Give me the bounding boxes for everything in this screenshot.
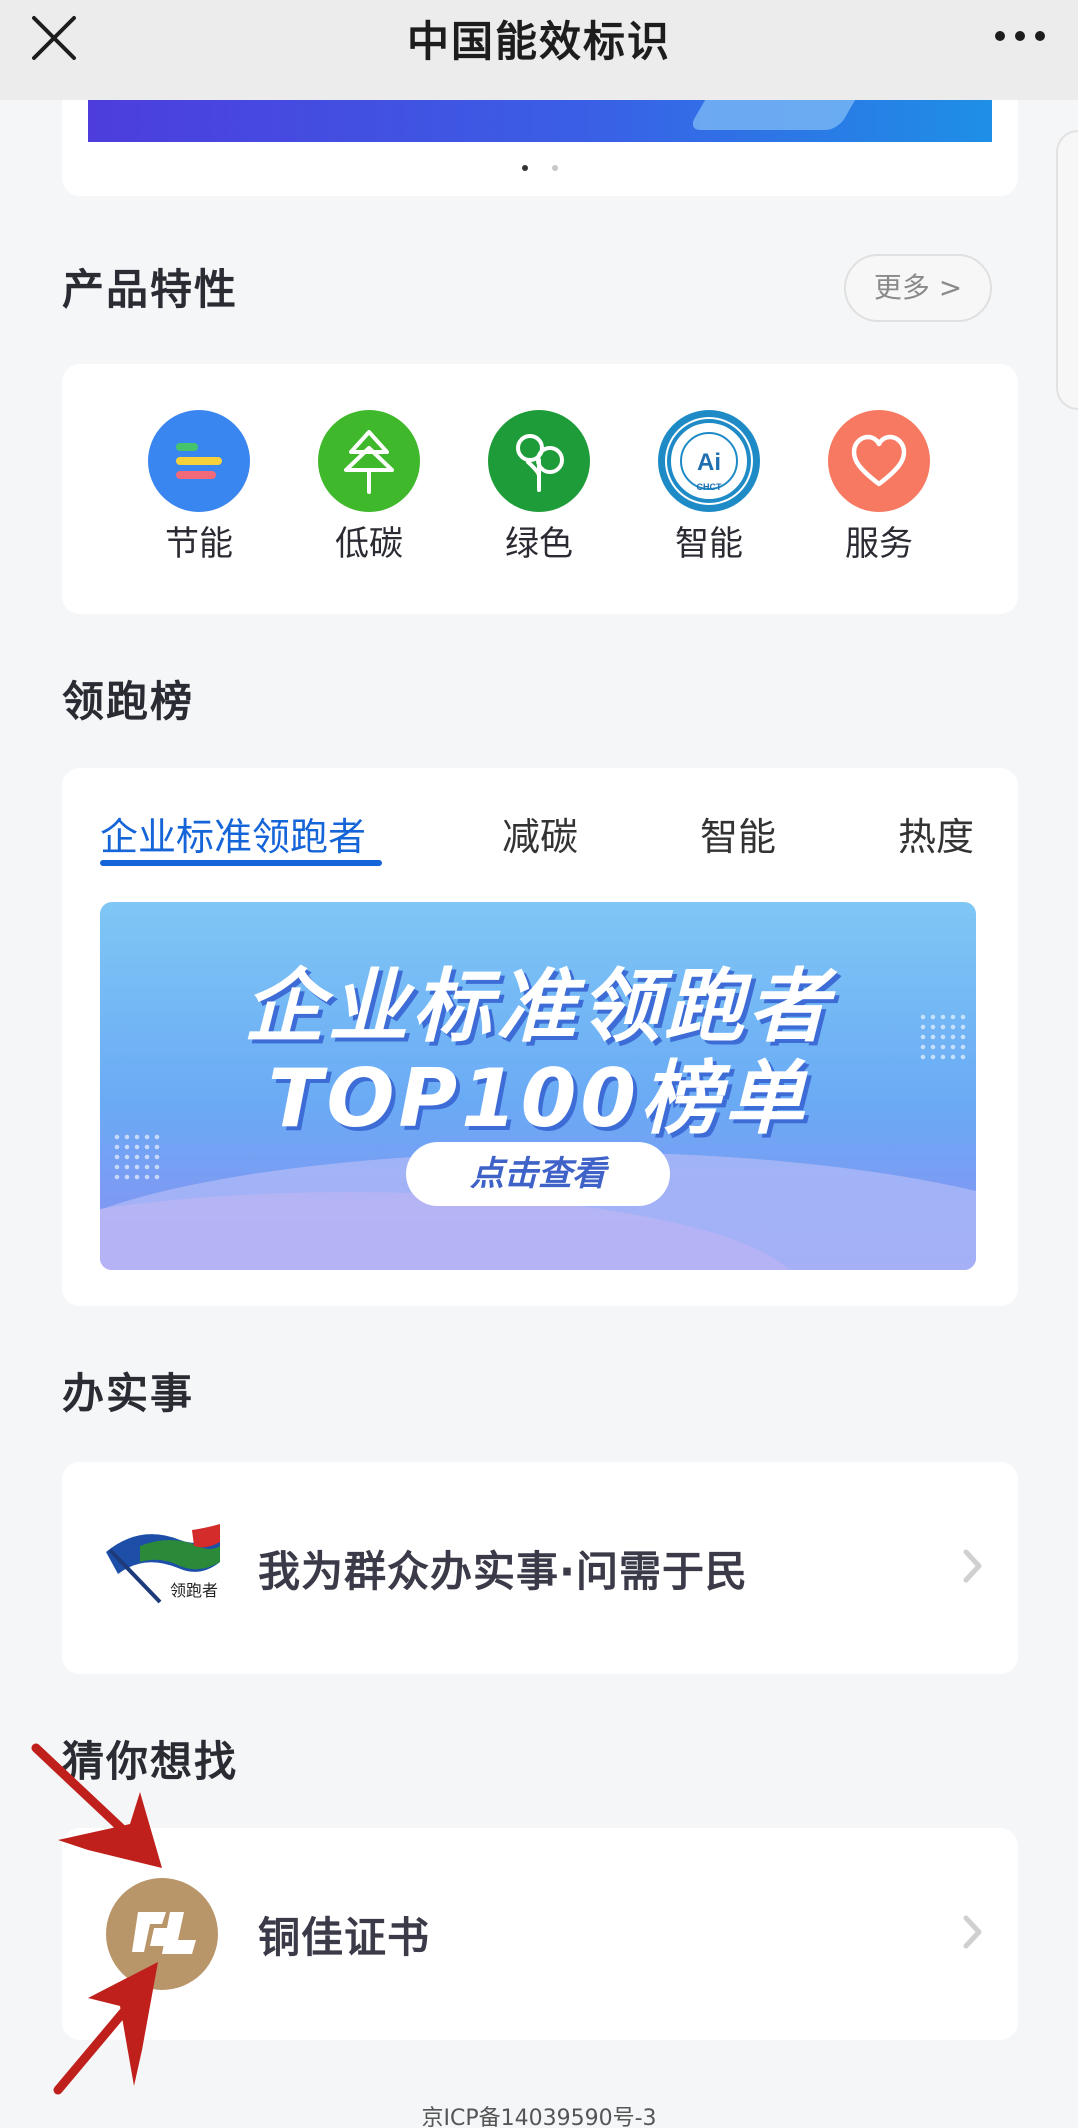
guess-item-label: 铜佳证书 [258,1913,431,1962]
chevron-right-icon [963,1915,982,1949]
energy-saving-icon [148,410,250,512]
more-button[interactable]: 更多 > [844,254,992,322]
banner-carousel[interactable] [62,100,1018,196]
flag-logo-icon: 领跑者 [106,1524,220,1604]
footer-icp-text: 京ICP备14039590号-3 [421,2106,657,2128]
svg-text:Ai: Ai [697,449,721,476]
feature-label: 服务 [845,524,913,564]
tree-icon [318,410,420,512]
annotation-arrow-icon [53,1962,158,2095]
carousel-indicator [62,156,1018,175]
svg-text:CHCT: CHCT [697,482,722,492]
feature-green[interactable]: 绿色 [474,410,604,565]
more-dots-icon[interactable] [992,24,1048,48]
features-card: 节能 低碳 绿色 Ai CHCT 智能 服务 [62,364,1018,614]
heart-icon [828,410,930,512]
leaderboard-card: 企业标准领跑者 减碳 智能 热度 企业标准领跑者 TOP100榜单 点击查看 [62,768,1018,1306]
logo-text: 领跑者 [170,1581,218,1600]
section-title-features: 产品特性 [62,265,239,314]
tab-active-indicator [100,860,382,866]
top100-promo-banner[interactable]: 企业标准领跑者 TOP100榜单 点击查看 [100,902,976,1270]
top-navbar: 中国能效标识 [0,0,1078,100]
tab-popularity[interactable]: 热度 [898,806,974,861]
feature-label: 低碳 [335,524,403,564]
page-title: 中国能效标识 [406,17,671,66]
feature-label: 智能 [675,524,743,564]
guess-list-item[interactable]: 铜佳证书 [62,1828,1018,2040]
floating-side-handle[interactable] [1056,130,1078,410]
feature-smart[interactable]: Ai CHCT 智能 [644,410,774,565]
carousel-dot [552,165,558,171]
promo-subtitle: TOP100榜单 [267,1052,809,1145]
feature-label: 绿色 [505,524,573,564]
feature-service[interactable]: 服务 [814,410,944,565]
chevron-right-icon [963,1549,982,1583]
feature-low-carbon[interactable]: 低碳 [304,410,434,565]
service-item-label: 我为群众办实事·问需于民 [258,1547,748,1596]
feature-label: 节能 [165,524,233,564]
section-title-leaderboard: 领跑榜 [62,677,195,726]
carousel-dot-active [522,165,528,171]
section-title-services: 办实事 [62,1369,195,1418]
ai-certification-icon: Ai CHCT [658,410,760,512]
green-leaf-icon [488,410,590,512]
feature-energy-saving[interactable]: 节能 [134,410,264,565]
banner-image[interactable] [88,100,992,142]
view-button[interactable]: 点击查看 [406,1142,670,1206]
tab-enterprise-leader[interactable]: 企业标准领跑者 [100,806,366,861]
annotation-arrow-icon [31,1743,162,1868]
tab-carbon-reduction[interactable]: 减碳 [502,806,578,861]
service-list-item[interactable]: 领跑者 我为群众办实事·问需于民 [62,1462,1018,1674]
tab-smart[interactable]: 智能 [700,806,776,861]
